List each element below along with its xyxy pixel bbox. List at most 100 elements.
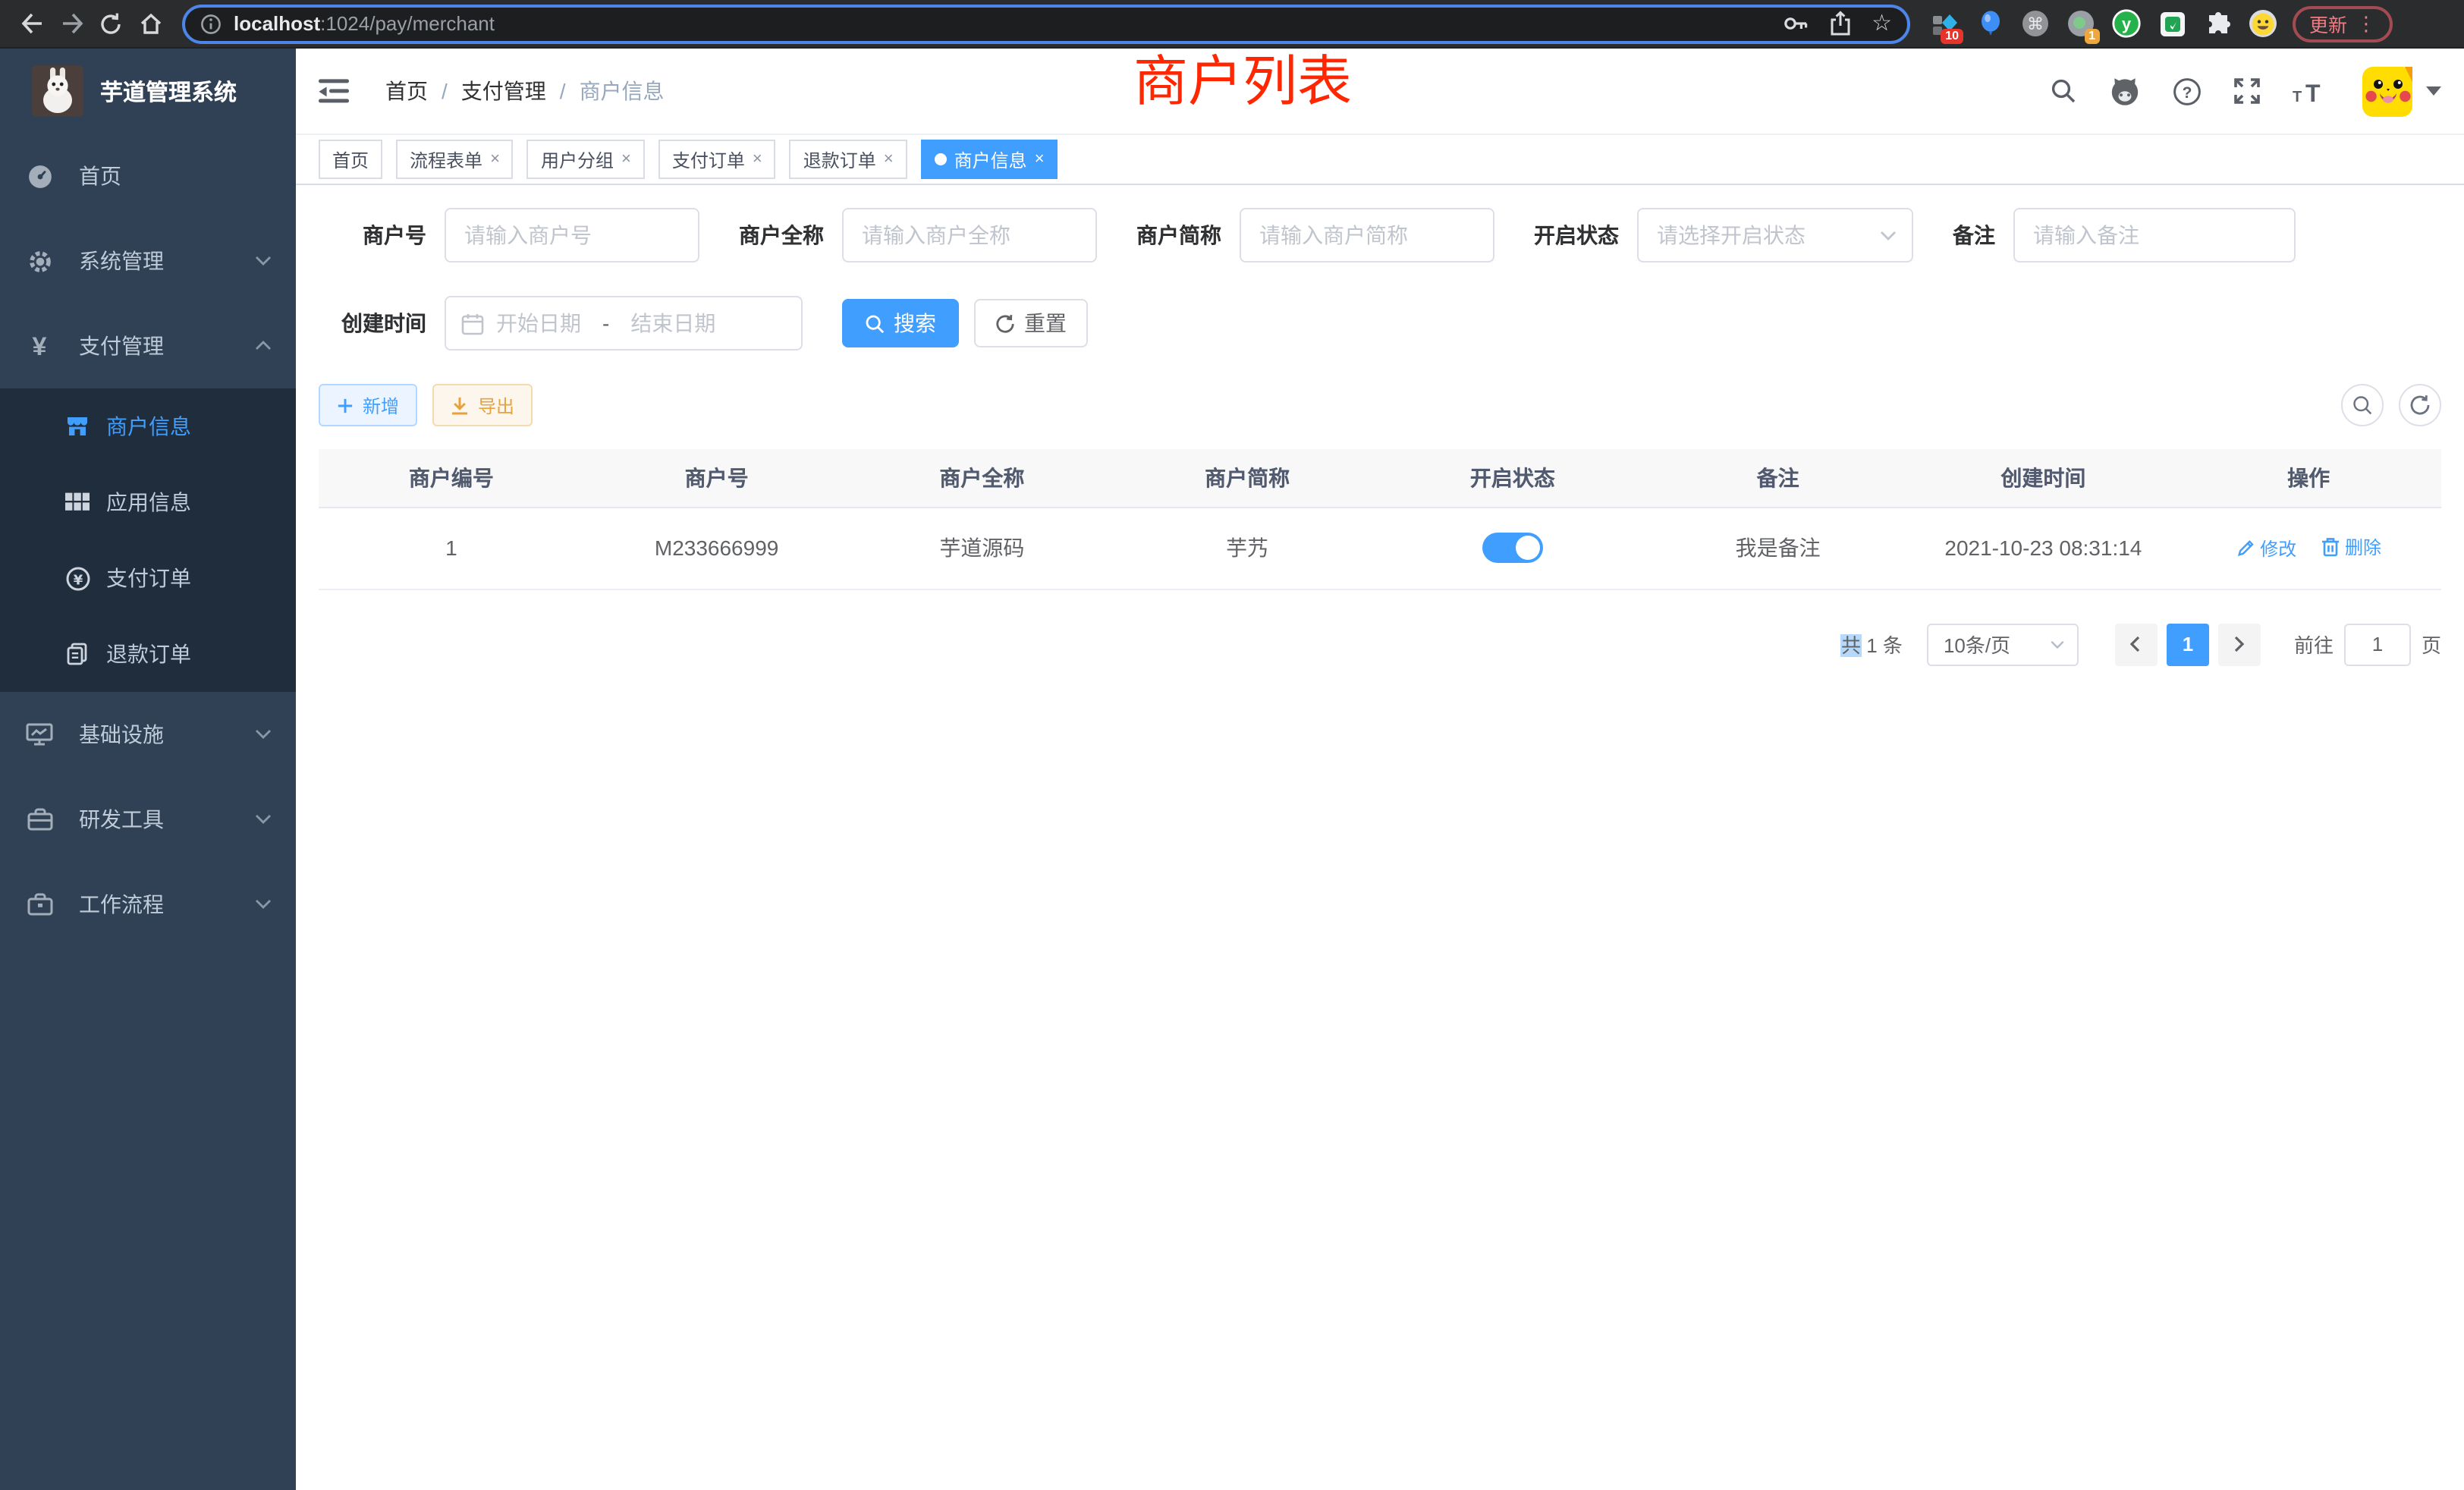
browser-back-button[interactable]	[12, 4, 52, 43]
svg-text:y: y	[2122, 14, 2132, 33]
extension-y-icon[interactable]: y	[2112, 9, 2141, 38]
font-size-icon[interactable]: TT	[2293, 78, 2327, 104]
sidebar-item-infra[interactable]: 基础设施	[0, 692, 296, 777]
tab-merchant-info[interactable]: 商户信息×	[921, 140, 1058, 179]
status-select[interactable]: 请选择开启状态	[1637, 208, 1913, 262]
remark-label: 备注	[1953, 220, 1995, 250]
browser-update-button[interactable]: 更新 ⋮	[2293, 5, 2393, 42]
page-size-select[interactable]: 10条/页	[1927, 623, 2079, 665]
search-icon	[2352, 395, 2373, 416]
col-actions: 操作	[2176, 449, 2441, 507]
chevron-down-icon	[255, 256, 272, 266]
pagination-total: 共 1 条	[1841, 630, 1903, 659]
short-name-input[interactable]	[1240, 208, 1494, 262]
extension-command-icon[interactable]: ⌘	[2021, 9, 2050, 38]
sidebar-item-dev-tools[interactable]: 研发工具	[0, 777, 296, 862]
prev-page-button[interactable]	[2115, 623, 2158, 665]
delete-link[interactable]: 删除	[2321, 534, 2381, 560]
tab-pay-order[interactable]: 支付订单×	[658, 140, 776, 179]
help-icon[interactable]: ?	[2173, 77, 2202, 105]
browser-home-button[interactable]	[130, 4, 170, 43]
sidebar-item-pay-order[interactable]: ¥ 支付订单	[0, 540, 296, 616]
menu-label: 支付订单	[106, 563, 191, 593]
tab-refund-order[interactable]: 退款订单×	[790, 140, 907, 179]
sidebar-item-refund-order[interactable]: 退款订单	[0, 616, 296, 692]
export-button[interactable]: 导出	[432, 384, 533, 426]
tab-user-group[interactable]: 用户分组×	[527, 140, 645, 179]
table-header-row: 商户编号 商户号 商户全称 商户简称 开启状态 备注 创建时间 操作	[319, 449, 2441, 507]
close-icon[interactable]: ×	[490, 151, 500, 168]
sidebar-item-system[interactable]: 系统管理	[0, 218, 296, 303]
close-icon[interactable]: ×	[884, 151, 894, 168]
reset-button[interactable]: 重置	[974, 299, 1088, 347]
breadcrumb-home[interactable]: 首页	[385, 76, 428, 106]
cell-short-name: 芋艿	[1114, 507, 1380, 589]
url-text[interactable]: localhost:1024/pay/merchant	[234, 12, 495, 35]
add-button[interactable]: 新增	[319, 384, 417, 426]
dashboard-icon	[26, 163, 53, 189]
date-range-picker[interactable]: 开始日期 - 结束日期	[445, 296, 803, 350]
extension-blue-diamond-icon[interactable]: 10	[1930, 9, 1959, 38]
cell-merchant-id: 1	[319, 507, 584, 589]
gear-icon	[26, 248, 53, 274]
tab-home[interactable]: 首页	[319, 140, 382, 179]
monitor-chart-icon	[26, 722, 53, 747]
search-icon	[865, 313, 885, 333]
extension-green-dot-icon[interactable]: 1	[2066, 9, 2095, 38]
merchant-no-label: 商户号	[332, 220, 426, 250]
remark-input[interactable]	[2013, 208, 2296, 262]
sidebar-item-merchant-info[interactable]: 商户信息	[0, 388, 296, 464]
extensions-puzzle-icon[interactable]	[2203, 9, 2232, 38]
command-glyph: ⌘	[2027, 15, 2044, 34]
header-search-icon[interactable]	[2050, 77, 2077, 105]
menu-label: 应用信息	[106, 487, 191, 517]
sidebar-item-pay[interactable]: ¥ 支付管理	[0, 303, 296, 388]
col-merchant-id: 商户编号	[319, 449, 584, 507]
share-icon[interactable]	[1829, 11, 1850, 36]
breadcrumb-pay[interactable]: 支付管理	[461, 76, 546, 106]
extension-balloon-icon[interactable]	[1975, 9, 2004, 38]
password-key-icon[interactable]	[1782, 12, 1808, 35]
status-toggle[interactable]	[1482, 533, 1543, 563]
close-icon[interactable]: ×	[1035, 151, 1045, 168]
tab-process-form[interactable]: 流程表单×	[396, 140, 514, 179]
toggle-search-button[interactable]	[2341, 384, 2384, 426]
extension-green-doc-icon[interactable]	[2158, 9, 2186, 38]
sidebar-item-workflow[interactable]: 工作流程	[0, 862, 296, 947]
sidebar-logo[interactable]: 芋道管理系统	[0, 49, 296, 134]
browser-profile-avatar[interactable]	[2249, 9, 2277, 38]
sidebar-item-home[interactable]: 首页	[0, 134, 296, 218]
svg-text:¥: ¥	[73, 572, 83, 588]
github-icon[interactable]	[2109, 76, 2141, 106]
plus-icon	[337, 397, 354, 413]
download-icon	[451, 395, 469, 415]
url-bar[interactable]: localhost:1024/pay/merchant ☆	[182, 4, 1910, 43]
filter-merchant-no: 商户号	[332, 208, 699, 262]
goto-page-input[interactable]	[2344, 623, 2411, 665]
browser-menu-kebab-icon[interactable]: ⋮	[2356, 11, 2376, 36]
merchant-no-input[interactable]	[445, 208, 699, 262]
site-info-icon[interactable]	[200, 13, 222, 34]
toolbox-icon	[26, 807, 53, 831]
browser-forward-button[interactable]	[52, 4, 91, 43]
edit-link[interactable]: 修改	[2236, 535, 2296, 561]
browser-reload-button[interactable]	[91, 4, 130, 43]
filter-full-name: 商户全称	[739, 208, 1097, 262]
avatar-caret-icon[interactable]	[2426, 86, 2441, 96]
fullscreen-icon[interactable]	[2233, 77, 2261, 105]
sidebar-fold-icon[interactable]	[319, 77, 349, 105]
extension-strip: 10 ⌘ 1 y	[1930, 9, 2277, 38]
goto-label: 前往	[2294, 630, 2334, 659]
full-name-input[interactable]	[842, 208, 1097, 262]
sidebar-item-app-info[interactable]: 应用信息	[0, 464, 296, 540]
chevron-left-icon	[2129, 636, 2143, 652]
bookmark-star-icon[interactable]: ☆	[1872, 12, 1892, 35]
close-icon[interactable]: ×	[753, 151, 762, 168]
close-icon[interactable]: ×	[621, 151, 631, 168]
search-button[interactable]: 搜索	[842, 299, 959, 347]
next-page-button[interactable]	[2218, 623, 2261, 665]
refresh-table-button[interactable]	[2399, 384, 2441, 426]
chevron-down-icon	[255, 729, 272, 740]
user-avatar-pikachu[interactable]	[2362, 66, 2412, 116]
page-1-button[interactable]: 1	[2167, 623, 2209, 665]
